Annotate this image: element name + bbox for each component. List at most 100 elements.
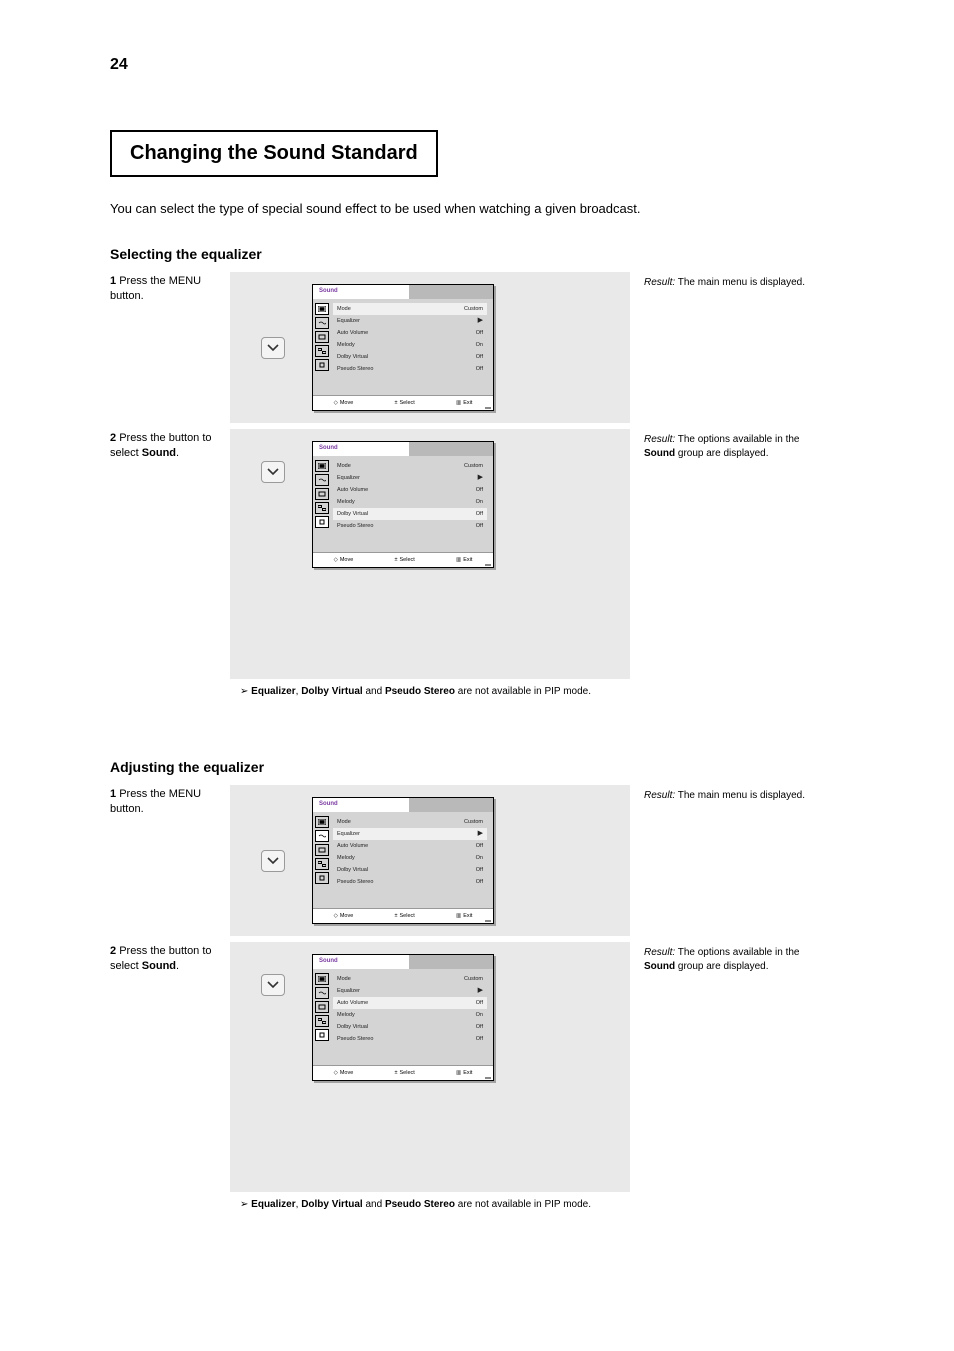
osd-menu: ModeCustom Equalizer▶ Auto VolumeOff Mel… <box>331 299 493 395</box>
osd-row-melody[interactable]: MelodyOn <box>333 496 487 508</box>
sound-category-icon <box>315 474 329 486</box>
osd-row-melody[interactable]: MelodyOn <box>333 852 487 864</box>
osd-row-dolby[interactable]: Dolby VirtualOff <box>333 508 487 520</box>
down-button[interactable] <box>261 461 285 483</box>
panel-step-3: Sound ModeCustom Equalizer▶ Auto Volu <box>230 785 630 936</box>
osd-footer-move: ◇ Move <box>334 399 354 407</box>
osd-row-mode[interactable]: ModeCustom <box>333 460 487 472</box>
osd-icon-column <box>313 969 331 1065</box>
osd-menu: ModeCustom Equalizer▶ Auto VolumeOff Mel… <box>331 456 493 552</box>
osd-footer-move: ◇ Move <box>334 912 354 920</box>
subheading-selecting-equalizer: Selecting the equalizer <box>110 246 864 262</box>
step-2-result: Result: The options available in the Sou… <box>630 429 814 461</box>
osd-footer: ◇ Move ± Select ▥ Exit <box>313 1065 493 1080</box>
chevron-right-icon: ▶ <box>478 830 483 838</box>
step-4-block: 2 Press the button to select Sound. Soun… <box>110 942 864 1192</box>
osd-title-text: Sound <box>313 798 409 812</box>
step-3-result: Result: The main menu is displayed. <box>630 785 814 803</box>
osd-title-tab <box>409 442 493 456</box>
step-3-number: 1 <box>110 788 116 800</box>
osd-footer-select: ± Select <box>394 556 414 564</box>
osd-menu: ModeCustom Equalizer▶ Auto VolumeOff Mel… <box>331 969 493 1065</box>
picture-category-icon <box>315 460 329 472</box>
step-2-block: 2 Press the button to select Sound. Soun… <box>110 429 864 679</box>
osd-dialog: Sound ModeCustom Equalizer▶ Auto Volu <box>312 441 494 568</box>
osd-row-dolby[interactable]: Dolby VirtualOff <box>333 1021 487 1033</box>
osd-footer-move: ◇ Move <box>334 556 354 564</box>
osd-row-melody[interactable]: MelodyOn <box>333 339 487 351</box>
down-button[interactable] <box>261 337 285 359</box>
osd-row-equalizer[interactable]: Equalizer▶ <box>333 315 487 327</box>
osd-row-pseudo[interactable]: Pseudo StereoOff <box>333 520 487 532</box>
osd-footer-exit: ▥ Exit <box>456 556 472 564</box>
osd-row-mode[interactable]: ModeCustom <box>333 303 487 315</box>
osd-icon-column <box>313 812 331 908</box>
chevron-down-icon <box>267 468 279 476</box>
osd-footer: ◇ Move ± Select ▥ Exit <box>313 552 493 567</box>
osd-row-dolby[interactable]: Dolby VirtualOff <box>333 351 487 363</box>
osd-row-mode[interactable]: ModeCustom <box>333 973 487 985</box>
step-2-text: 2 Press the button to select Sound. <box>110 429 230 461</box>
subheading-adjusting-equalizer: Adjusting the equalizer <box>110 759 864 775</box>
osd-title-tab <box>409 285 493 299</box>
osd-row-pseudo[interactable]: Pseudo StereoOff <box>333 876 487 888</box>
chevron-down-icon <box>267 857 279 865</box>
osd-row-mode[interactable]: ModeCustom <box>333 816 487 828</box>
osd-title-tab <box>409 955 493 969</box>
function-category-icon <box>315 872 329 884</box>
osd-row-equalizer[interactable]: Equalizer▶ <box>333 472 487 484</box>
picture-category-icon <box>315 973 329 985</box>
osd-icon-column <box>313 456 331 552</box>
channel-category-icon <box>315 331 329 343</box>
step-2-number: 2 <box>110 432 116 444</box>
step-1-number: 1 <box>110 275 116 287</box>
osd-row-auto-volume[interactable]: Auto VolumeOff <box>333 327 487 339</box>
down-button[interactable] <box>261 974 285 996</box>
function-category-icon <box>315 359 329 371</box>
osd-row-auto-volume[interactable]: Auto VolumeOff <box>333 997 487 1009</box>
picture-category-icon <box>315 303 329 315</box>
osd-title-text: Sound <box>313 285 409 299</box>
function-category-icon <box>315 516 329 528</box>
osd-row-melody[interactable]: MelodyOn <box>333 1009 487 1021</box>
osd-row-pseudo[interactable]: Pseudo StereoOff <box>333 1033 487 1045</box>
step-3-body: Press the MENU button. <box>110 788 201 815</box>
step-1-result: Result: The main menu is displayed. <box>630 272 814 290</box>
step-3-text: 1 Press the MENU button. <box>110 785 230 817</box>
osd-footer-select: ± Select <box>394 912 414 920</box>
step-4-text: 2 Press the button to select Sound. <box>110 942 230 974</box>
step-1-block: 1 Press the MENU button. Sound <box>110 272 864 423</box>
osd-footer-exit: ▥ Exit <box>456 1069 472 1077</box>
setup-category-icon <box>315 345 329 357</box>
sound-category-icon <box>315 830 329 842</box>
osd-footer-move: ◇ Move <box>334 1069 354 1077</box>
picture-category-icon <box>315 816 329 828</box>
channel-category-icon <box>315 844 329 856</box>
section-title: Changing the Sound Standard <box>110 130 438 177</box>
down-button[interactable] <box>261 850 285 872</box>
sound-category-icon <box>315 317 329 329</box>
osd-row-pseudo[interactable]: Pseudo StereoOff <box>333 363 487 375</box>
step-3-block: 1 Press the MENU button. Sound <box>110 785 864 936</box>
channel-category-icon <box>315 488 329 500</box>
setup-category-icon <box>315 502 329 514</box>
osd-row-dolby[interactable]: Dolby VirtualOff <box>333 864 487 876</box>
panel-step-2: Sound ModeCustom Equalizer▶ Auto Volu <box>230 429 630 679</box>
page-number: 24 <box>110 56 128 74</box>
osd-row-equalizer[interactable]: Equalizer▶ <box>333 828 487 840</box>
osd-icon-column <box>313 299 331 395</box>
osd-row-equalizer[interactable]: Equalizer▶ <box>333 985 487 997</box>
osd-row-auto-volume[interactable]: Auto VolumeOff <box>333 840 487 852</box>
chevron-down-icon <box>267 981 279 989</box>
osd-footer-exit: ▥ Exit <box>456 399 472 407</box>
pip-note-2: ➢ Equalizer, Dolby Virtual and Pseudo St… <box>240 1198 760 1212</box>
intro-text: You can select the type of special sound… <box>110 201 864 216</box>
osd-footer: ◇ Move ± Select ▥ Exit <box>313 908 493 923</box>
osd-footer: ◇ Move ± Select ▥ Exit <box>313 395 493 410</box>
osd-menu: ModeCustom Equalizer▶ Auto VolumeOff Mel… <box>331 812 493 908</box>
osd-title-tab <box>409 798 493 812</box>
osd-title-text: Sound <box>313 955 409 969</box>
osd-row-auto-volume[interactable]: Auto VolumeOff <box>333 484 487 496</box>
panel-step-1: Sound ModeCustom Equalizer▶ Auto Volu <box>230 272 630 423</box>
osd-title-text: Sound <box>313 442 409 456</box>
